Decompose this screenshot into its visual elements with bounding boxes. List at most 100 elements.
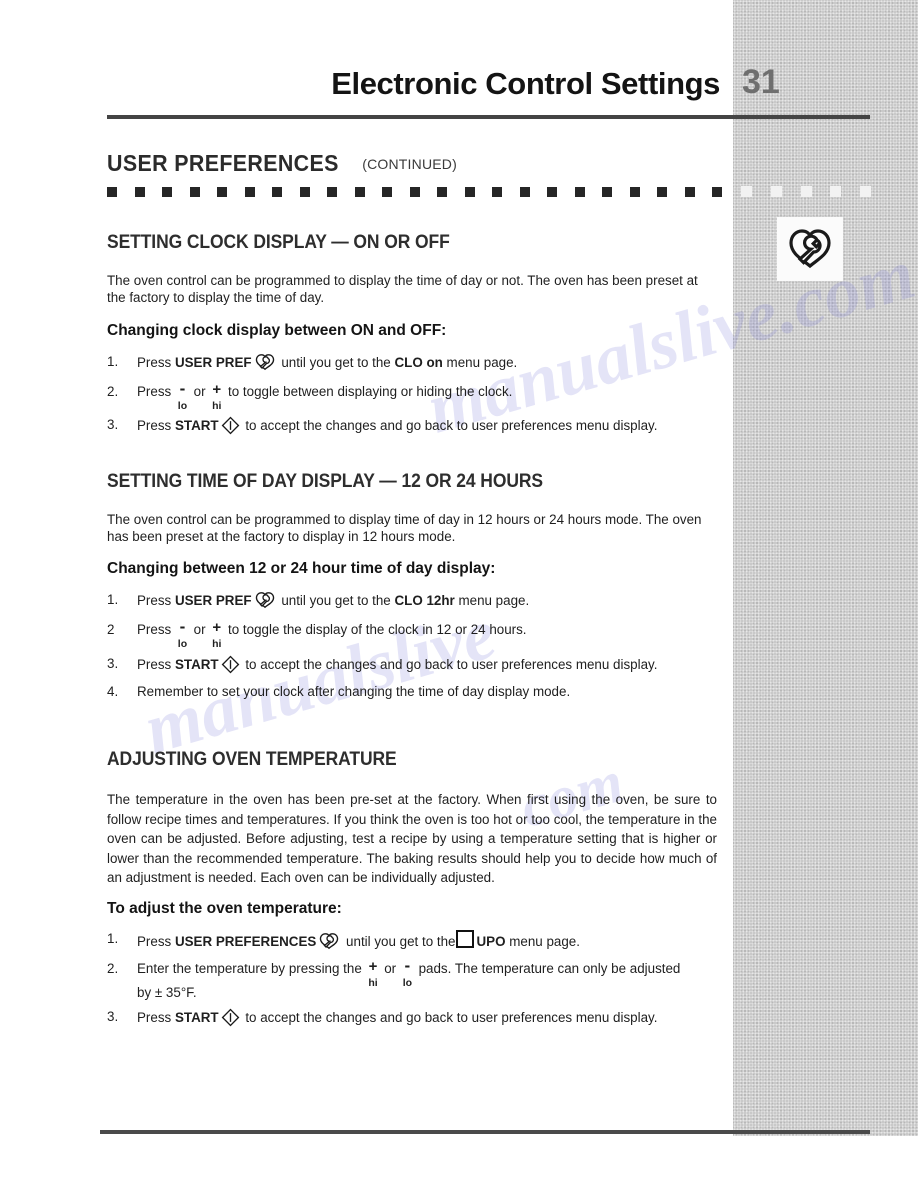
section-heading-clock-display: SETTING CLOCK DISPLAY — ON OR OFF xyxy=(107,232,450,253)
section-heading-adjusting-temperature: ADJUSTING OVEN TEMPERATURE xyxy=(107,749,397,770)
user-preferences-wrench-icon xyxy=(318,932,340,950)
step-number: 3. xyxy=(107,417,119,432)
pad-label: lo xyxy=(177,400,188,412)
step-text: Press USER PREF until you get to the CLO… xyxy=(137,591,529,610)
separator-dot xyxy=(684,187,695,197)
subheading-changing-time-of-day: Changing between 12 or 24 hour time of d… xyxy=(107,560,496,577)
step-text-post: menu page. xyxy=(454,593,530,608)
step-text: Press - lo or + hi to toggle the display o… xyxy=(137,617,527,649)
page-number: 31 xyxy=(742,63,780,101)
step-item: 2. Press - lo or + hi to toggle between di… xyxy=(107,379,512,411)
step-text-pre: Press xyxy=(137,355,175,370)
step-text-pre: Press xyxy=(137,934,175,949)
separator-dot xyxy=(382,187,392,197)
separator-dot xyxy=(492,187,502,197)
step-number: 3. xyxy=(107,656,119,671)
step-text-pre: Enter the temperature by pressing the xyxy=(137,961,366,976)
step-text-post: to accept the changes and go back to use… xyxy=(241,418,658,433)
step-text: Press USER PREF until you get to the CLO… xyxy=(137,353,517,372)
step-text: Press USER PREFERENCES until you get to … xyxy=(137,930,580,951)
step-number: 2. xyxy=(107,961,119,976)
step-text-pre: Press xyxy=(137,622,175,637)
step-text: Press START to accept the changes and go… xyxy=(137,416,657,435)
subheading-changing-clock-display: Changing clock display between ON and OF… xyxy=(107,322,447,339)
side-dot xyxy=(800,186,812,197)
pad-sign: - xyxy=(404,956,411,975)
separator-dot xyxy=(547,187,557,197)
separator-dot xyxy=(574,187,585,197)
step-text-pre: Press xyxy=(137,418,175,433)
step-text-pre: Press xyxy=(137,1010,175,1025)
step-text-post: to accept the changes and go back to use… xyxy=(241,657,658,672)
pad-label: hi xyxy=(368,977,378,989)
step-number: 4. xyxy=(107,684,119,699)
step-number: 2 xyxy=(107,622,115,637)
step-text-pre: Press xyxy=(137,593,175,608)
step-text-post: menu page. xyxy=(505,934,580,949)
pad-label: hi xyxy=(212,638,222,650)
step-text-mid: until you get to the xyxy=(277,355,395,370)
step-text-pre: Press xyxy=(137,384,175,399)
section-paragraph-time-of-day: The oven control can be programmed to di… xyxy=(107,512,702,544)
step-item: 1. Press USER PREF until you get to the … xyxy=(107,591,529,610)
step-item: 2 Press - lo or + hi to toggle the display… xyxy=(107,617,527,649)
side-dot xyxy=(741,186,752,197)
step-text-mid: until you get to the xyxy=(342,934,456,949)
pad-label: hi xyxy=(212,400,222,412)
step-item: 1. Press USER PREFERENCES until you get … xyxy=(107,930,580,951)
separator-dot xyxy=(244,187,255,197)
separator-dot xyxy=(602,187,612,197)
separator-dot xyxy=(299,187,310,197)
step-number: 1. xyxy=(107,354,119,369)
step-text-mid: until you get to the xyxy=(277,593,395,608)
pad-label: lo xyxy=(402,977,413,989)
separator-dot xyxy=(354,187,365,197)
user-preferences-wrench-icon xyxy=(777,217,843,281)
separator-dot xyxy=(437,187,447,197)
button-label-user-preferences: USER PREFERENCES xyxy=(174,934,317,949)
start-diamond-icon xyxy=(221,416,240,435)
button-label-start: START xyxy=(174,1010,219,1025)
step-text: Remember to set your clock after changin… xyxy=(137,684,571,699)
section-paragraph-clock-display: The oven control can be programmed to di… xyxy=(107,273,698,305)
user-preferences-wrench-icon xyxy=(254,353,276,371)
button-label-user-pref: USER PREF xyxy=(174,355,252,370)
step-text: Press START to accept the changes and go… xyxy=(137,1008,657,1027)
user-preferences-wrench-icon xyxy=(254,591,276,609)
separator-dot xyxy=(464,187,475,197)
pad-sign: + xyxy=(212,381,222,398)
start-diamond-icon xyxy=(221,1008,240,1027)
separator-dot xyxy=(189,187,200,197)
step-text: Press START to accept the changes and go… xyxy=(137,655,657,674)
menu-page-label-upo: UPO xyxy=(476,934,506,949)
side-dot xyxy=(830,186,842,197)
separator-dot xyxy=(629,187,640,197)
step-number: 1. xyxy=(107,592,119,607)
pad-sign: - xyxy=(179,617,186,636)
step-item: 4. Remember to set your clock after chan… xyxy=(107,683,570,701)
section-heading-time-of-day: SETTING TIME OF DAY DISPLAY — 12 OR 24 H… xyxy=(107,471,543,492)
pad-sign: + xyxy=(212,619,222,636)
step-text-post: to toggle the display of the clock in 12… xyxy=(224,622,527,637)
button-label-user-pref: USER PREF xyxy=(174,593,252,608)
menu-page-label-clo-on: CLO on xyxy=(394,355,443,370)
step-item: 3. Press START to accept the changes and… xyxy=(107,416,657,435)
page-side-band xyxy=(733,0,918,1136)
pad-label: lo xyxy=(177,638,188,650)
button-label-start: START xyxy=(174,657,219,672)
dotted-separator xyxy=(107,187,722,198)
subheading-to-adjust-temperature: To adjust the oven temperature: xyxy=(107,900,342,917)
step-item: 3. Press START to accept the changes and… xyxy=(107,655,657,674)
side-dot xyxy=(860,186,871,197)
side-band-dot-row xyxy=(741,186,871,198)
pad-sign: - xyxy=(179,379,186,398)
pad-sign: + xyxy=(368,958,378,975)
separator-dot xyxy=(327,187,337,197)
pad-conjunction: or xyxy=(189,622,210,637)
step-number: 1. xyxy=(107,931,119,946)
separator-dot xyxy=(107,187,117,197)
step-item: 3. Press START to accept the changes and… xyxy=(107,1008,657,1027)
watermark-text: manualslive xyxy=(135,592,504,770)
step-item: 1. Press USER PREF until you get to the … xyxy=(107,353,517,372)
separator-dot xyxy=(217,187,227,197)
